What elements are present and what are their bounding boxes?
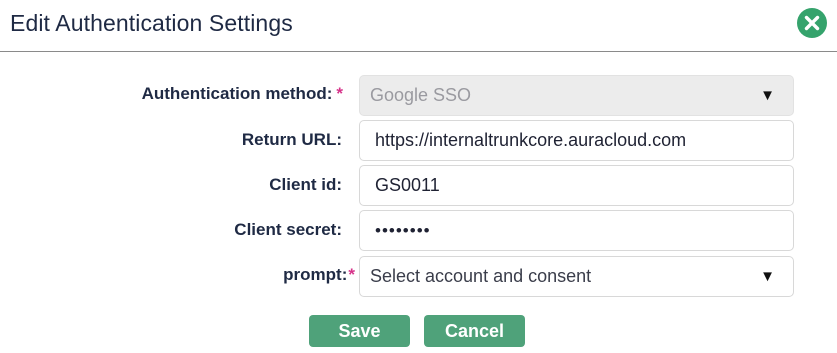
edit-auth-settings-dialog: Edit Authentication Settings Authenticat… — [0, 0, 837, 353]
auth-method-label-wrap: Authentication method: * — [142, 84, 343, 104]
cancel-button[interactable]: Cancel — [424, 315, 525, 347]
prompt-label: prompt: — [283, 265, 348, 284]
return-url-label: Return URL: — [241, 130, 342, 149]
return-url-input[interactable]: https://internaltrunkcore.auracloud.com — [359, 120, 794, 161]
dialog-header: Edit Authentication Settings — [0, 0, 837, 52]
dialog-title: Edit Authentication Settings — [10, 10, 293, 36]
client-secret-value: •••••••• — [375, 221, 431, 240]
required-marker: * — [348, 265, 355, 284]
client-secret-input[interactable]: •••••••• — [359, 210, 794, 251]
client-id-value: GS0011 — [375, 175, 440, 195]
prompt-select[interactable]: Select account and consent ▼ — [359, 256, 794, 297]
client-id-input[interactable]: GS0011 — [359, 165, 794, 206]
prompt-label-wrap: prompt:* — [283, 265, 355, 285]
chevron-down-icon: ▼ — [760, 268, 775, 285]
save-button[interactable]: Save — [309, 315, 410, 347]
chevron-down-icon: ▼ — [760, 87, 775, 104]
prompt-value: Select account and consent — [370, 266, 592, 286]
required-marker: * — [336, 84, 343, 103]
close-icon[interactable] — [797, 8, 827, 38]
client-secret-label: Client secret: — [234, 220, 342, 239]
auth-method-select[interactable]: Google SSO ▼ — [359, 75, 794, 116]
auth-method-value: Google SSO — [370, 85, 472, 105]
return-url-value: https://internaltrunkcore.auracloud.com — [375, 130, 687, 150]
client-id-label: Client id: — [269, 175, 342, 194]
auth-method-label: Authentication method: — [141, 84, 333, 103]
